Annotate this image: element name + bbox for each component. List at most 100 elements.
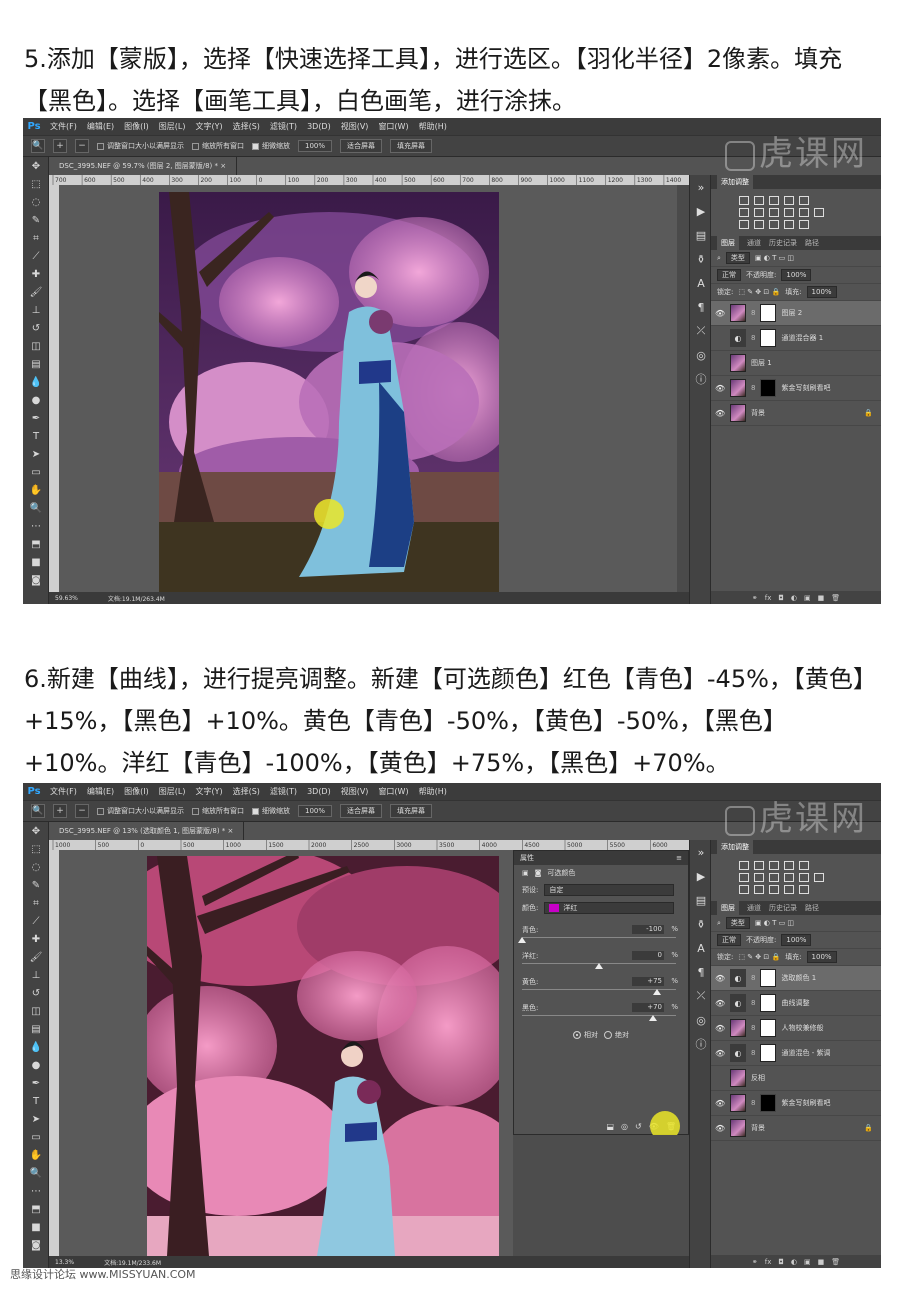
eyedropper-tool-icon[interactable]: ⟋ [23,247,49,265]
menu-edit[interactable]: 编辑(E) [82,786,119,797]
canvas-photo[interactable] [147,856,499,1256]
vibrance-icon[interactable] [799,861,809,870]
healing-tool-icon[interactable]: ✚ [23,930,49,948]
menu-help[interactable]: 帮助(H) [414,121,452,132]
color-slider[interactable]: 黑色: +70% [514,1003,688,1021]
pen-tool-icon[interactable]: ✒ [23,409,49,427]
quick-mask-icon[interactable]: ◙ [23,571,49,589]
visibility-eye-icon[interactable]: 👁 [715,1024,725,1033]
eraser-tool-icon[interactable]: ◫ [23,1002,49,1020]
black-white-icon[interactable] [769,873,779,882]
filter-icons[interactable]: ▣ ◐ T ▭ ◫ [755,254,794,262]
scrubby-zoom-option[interactable]: 细微缩放 [252,141,290,151]
brush-tool-icon[interactable]: 🖌 [23,948,49,966]
layer-mask-thumbnail[interactable] [760,329,777,347]
more-tools-icon[interactable]: ⋯ [23,1182,49,1200]
color-lookup-icon[interactable] [814,873,824,882]
collapse-panels-icon[interactable]: » [690,175,712,199]
posterize-icon[interactable] [754,220,764,229]
mask-link-icon[interactable]: 8 [751,1024,755,1032]
menu-3d[interactable]: 3D(D) [302,787,336,796]
path-select-icon[interactable]: ➤ [23,445,49,463]
selective-color-icon[interactable] [799,220,809,229]
slider-value-input[interactable]: +75 [632,977,664,986]
exposure-icon[interactable] [784,196,794,205]
lock-icons[interactable]: ⬚ ✎ ✥ ⊡ 🔒 [738,953,780,961]
fill-input[interactable]: 100% [806,951,837,963]
fill-input[interactable]: 100% [806,286,837,298]
filter-kind-select[interactable]: 类型 [725,917,750,929]
tab-paths[interactable]: 路径 [805,903,819,913]
layer-mask-thumbnail[interactable] [760,994,777,1012]
eyedropper-tool-icon[interactable]: ⟋ [23,912,49,930]
delete-layer-icon[interactable]: 🗑 [831,1258,840,1266]
threshold-icon[interactable] [769,885,779,894]
layer-row[interactable]: 👁 ◐ 8 选取颜色 1 [711,966,881,991]
slider-value-input[interactable]: 0 [632,951,664,960]
blend-mode-select[interactable]: 正常 [717,269,741,281]
slider-knob[interactable] [648,1015,657,1021]
brightness-icon[interactable] [739,861,749,870]
fx-icon[interactable]: fx [765,594,772,602]
menu-image[interactable]: 图像(I) [119,786,154,797]
tools-presets-icon[interactable]: ⤫ [690,319,712,343]
slider-knob[interactable] [652,989,661,995]
dodge-tool-icon[interactable]: ● [23,1056,49,1074]
menu-window[interactable]: 窗口(W) [373,121,413,132]
new-adjustment-icon[interactable]: ◐ [791,594,797,602]
mask-link-icon[interactable]: 8 [751,309,755,317]
layer-row[interactable]: 👁 8 图层 2 [711,301,881,326]
link-layers-icon[interactable]: ⚭ [752,1258,758,1266]
new-layer-icon[interactable]: ■ [818,1258,825,1266]
visibility-eye-icon[interactable]: 👁 [715,384,725,393]
new-group-icon[interactable]: ▣ [804,1258,811,1266]
shape-tool-icon[interactable]: ▭ [23,1128,49,1146]
selective-color-icon[interactable] [799,885,809,894]
pen-tool-icon[interactable]: ✒ [23,1074,49,1092]
clip-to-layer-icon[interactable]: ⬓ [606,1122,614,1131]
slider-knob[interactable] [518,937,526,943]
gradient-tool-icon[interactable]: ▤ [23,1020,49,1038]
history-brush-icon[interactable]: ↺ [23,984,49,1002]
adjustments-title[interactable]: 添加调整 [717,175,753,189]
zoom-100-button[interactable]: 100% [298,805,333,817]
layer-row[interactable]: 👁 ◐ 8 曲线调整 [711,991,881,1016]
link-layers-icon[interactable]: ⚭ [752,594,758,602]
invert-icon[interactable] [739,220,749,229]
zoom-in-icon[interactable]: + [53,804,67,818]
lasso-tool-icon[interactable]: ◌ [23,858,49,876]
gradient-map-icon[interactable] [784,220,794,229]
resize-windows-option[interactable]: 调整窗口大小以满屏显示 [97,806,184,816]
histogram-icon[interactable]: ▤ [690,223,712,247]
info-icon[interactable]: ⓘ [690,367,712,391]
blend-mode-select[interactable]: 正常 [717,934,741,946]
menu-help[interactable]: 帮助(H) [414,786,452,797]
posterize-icon[interactable] [754,885,764,894]
character-icon[interactable]: A [690,936,712,960]
lasso-tool-icon[interactable]: ◌ [23,193,49,211]
lock-icons[interactable]: ⬚ ✎ ✥ ⊡ 🔒 [738,288,780,296]
tab-history[interactable]: 历史记录 [769,903,797,913]
reset-icon[interactable]: ↺ [635,1122,642,1131]
zoom-all-option[interactable]: 缩放所有窗口 [192,806,244,816]
layer-row[interactable]: 👁 ◐ 8 通道混色 - 紫调 [711,1041,881,1066]
healing-tool-icon[interactable]: ✚ [23,265,49,283]
default-colors-icon[interactable]: ⬒ [23,1200,49,1218]
black-white-icon[interactable] [769,208,779,217]
quick-mask-icon[interactable]: ◙ [23,1236,49,1254]
fill-screen-button[interactable]: 填充屏幕 [390,804,433,818]
fit-screen-button[interactable]: 适合屏幕 [340,804,383,818]
play-action-icon[interactable]: ▶ [690,864,712,888]
zoom-all-option[interactable]: 缩放所有窗口 [192,141,244,151]
layer-row[interactable]: 反相 [711,1066,881,1091]
dodge-tool-icon[interactable]: ● [23,391,49,409]
delete-layer-icon[interactable]: 🗑 [831,594,840,602]
menu-3d[interactable]: 3D(D) [302,122,336,131]
tab-channels[interactable]: 通道 [747,238,761,248]
visibility-eye-icon[interactable]: 👁 [715,409,725,418]
visibility-eye-icon[interactable]: 👁 [715,309,725,318]
marquee-tool-icon[interactable]: ⬚ [23,175,49,193]
slider-value-input[interactable]: +70 [632,1003,664,1012]
zoom-tool-icon[interactable]: 🔍 [23,499,49,517]
stamp-tool-icon[interactable]: ⊥ [23,301,49,319]
